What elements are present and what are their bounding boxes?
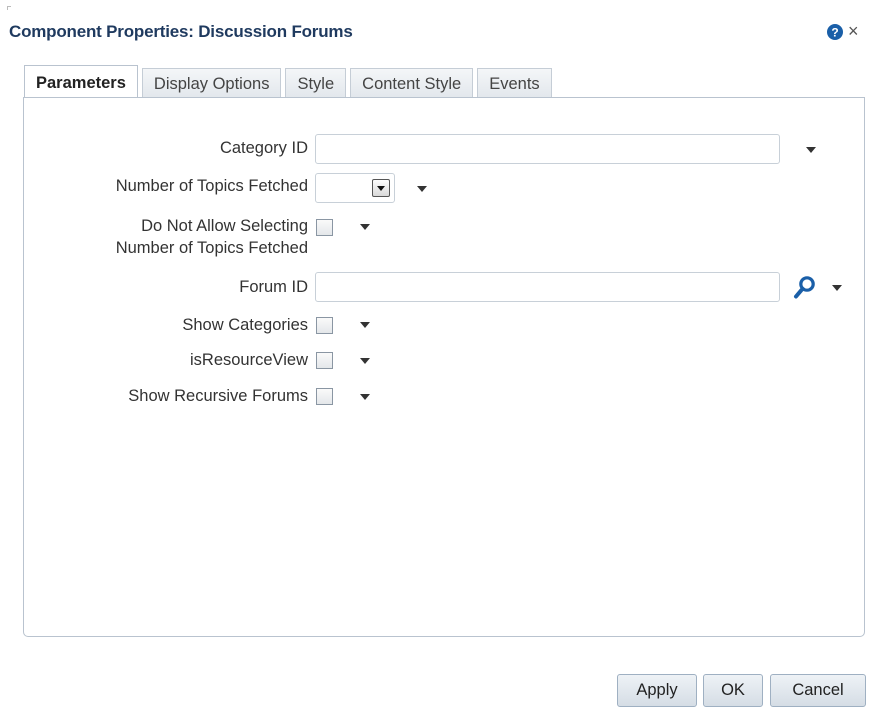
topics-fetched-options-icon[interactable] [417, 186, 427, 192]
dialog-corner-mark [7, 6, 11, 10]
help-icon[interactable]: ? [827, 24, 843, 40]
no-select-topics-checkbox[interactable] [316, 219, 333, 236]
is-resource-view-options-icon[interactable] [360, 358, 370, 364]
show-categories-label: Show Categories [182, 316, 308, 334]
close-icon[interactable]: × [848, 22, 859, 40]
ok-button[interactable]: OK [703, 674, 763, 707]
dialog-title: Component Properties: Discussion Forums [9, 22, 353, 41]
category-id-options-icon[interactable] [806, 147, 816, 153]
apply-button[interactable]: Apply [617, 674, 697, 707]
tab-style[interactable]: Style [285, 68, 347, 98]
topics-fetched-label: Number of Topics Fetched [115, 177, 308, 195]
show-categories-checkbox[interactable] [316, 317, 333, 334]
forum-id-input[interactable] [315, 272, 780, 302]
tab-bar: Parameters Display Options Style Content… [24, 64, 556, 99]
no-select-topics-label-line1: Do Not Allow Selecting [141, 217, 308, 235]
forum-id-options-icon[interactable] [832, 285, 842, 291]
svg-text:?: ? [831, 26, 838, 40]
search-icon[interactable] [793, 275, 817, 301]
tab-events[interactable]: Events [477, 68, 552, 98]
topics-fetched-select[interactable] [315, 173, 395, 203]
cancel-button[interactable]: Cancel [770, 674, 866, 707]
is-resource-view-label: isResourceView [190, 351, 308, 369]
no-select-topics-label: Do Not Allow Selecting Number of Topics … [116, 215, 308, 259]
category-id-input[interactable] [315, 134, 780, 164]
chevron-down-icon[interactable] [372, 179, 390, 197]
no-select-topics-label-line2: Number of Topics Fetched [115, 239, 308, 257]
show-categories-options-icon[interactable] [360, 322, 370, 328]
show-recursive-forums-options-icon[interactable] [360, 394, 370, 400]
show-recursive-forums-label: Show Recursive Forums [128, 387, 308, 405]
no-select-topics-options-icon[interactable] [360, 224, 370, 230]
show-recursive-forums-checkbox[interactable] [316, 388, 333, 405]
tab-content-style[interactable]: Content Style [350, 68, 474, 98]
is-resource-view-checkbox[interactable] [316, 352, 333, 369]
component-properties-dialog: Component Properties: Discussion Forums … [0, 0, 870, 709]
tab-display-options[interactable]: Display Options [141, 68, 282, 98]
category-id-label: Category ID [219, 139, 308, 157]
forum-id-label: Forum ID [239, 278, 308, 296]
tab-parameters[interactable]: Parameters [24, 65, 138, 99]
